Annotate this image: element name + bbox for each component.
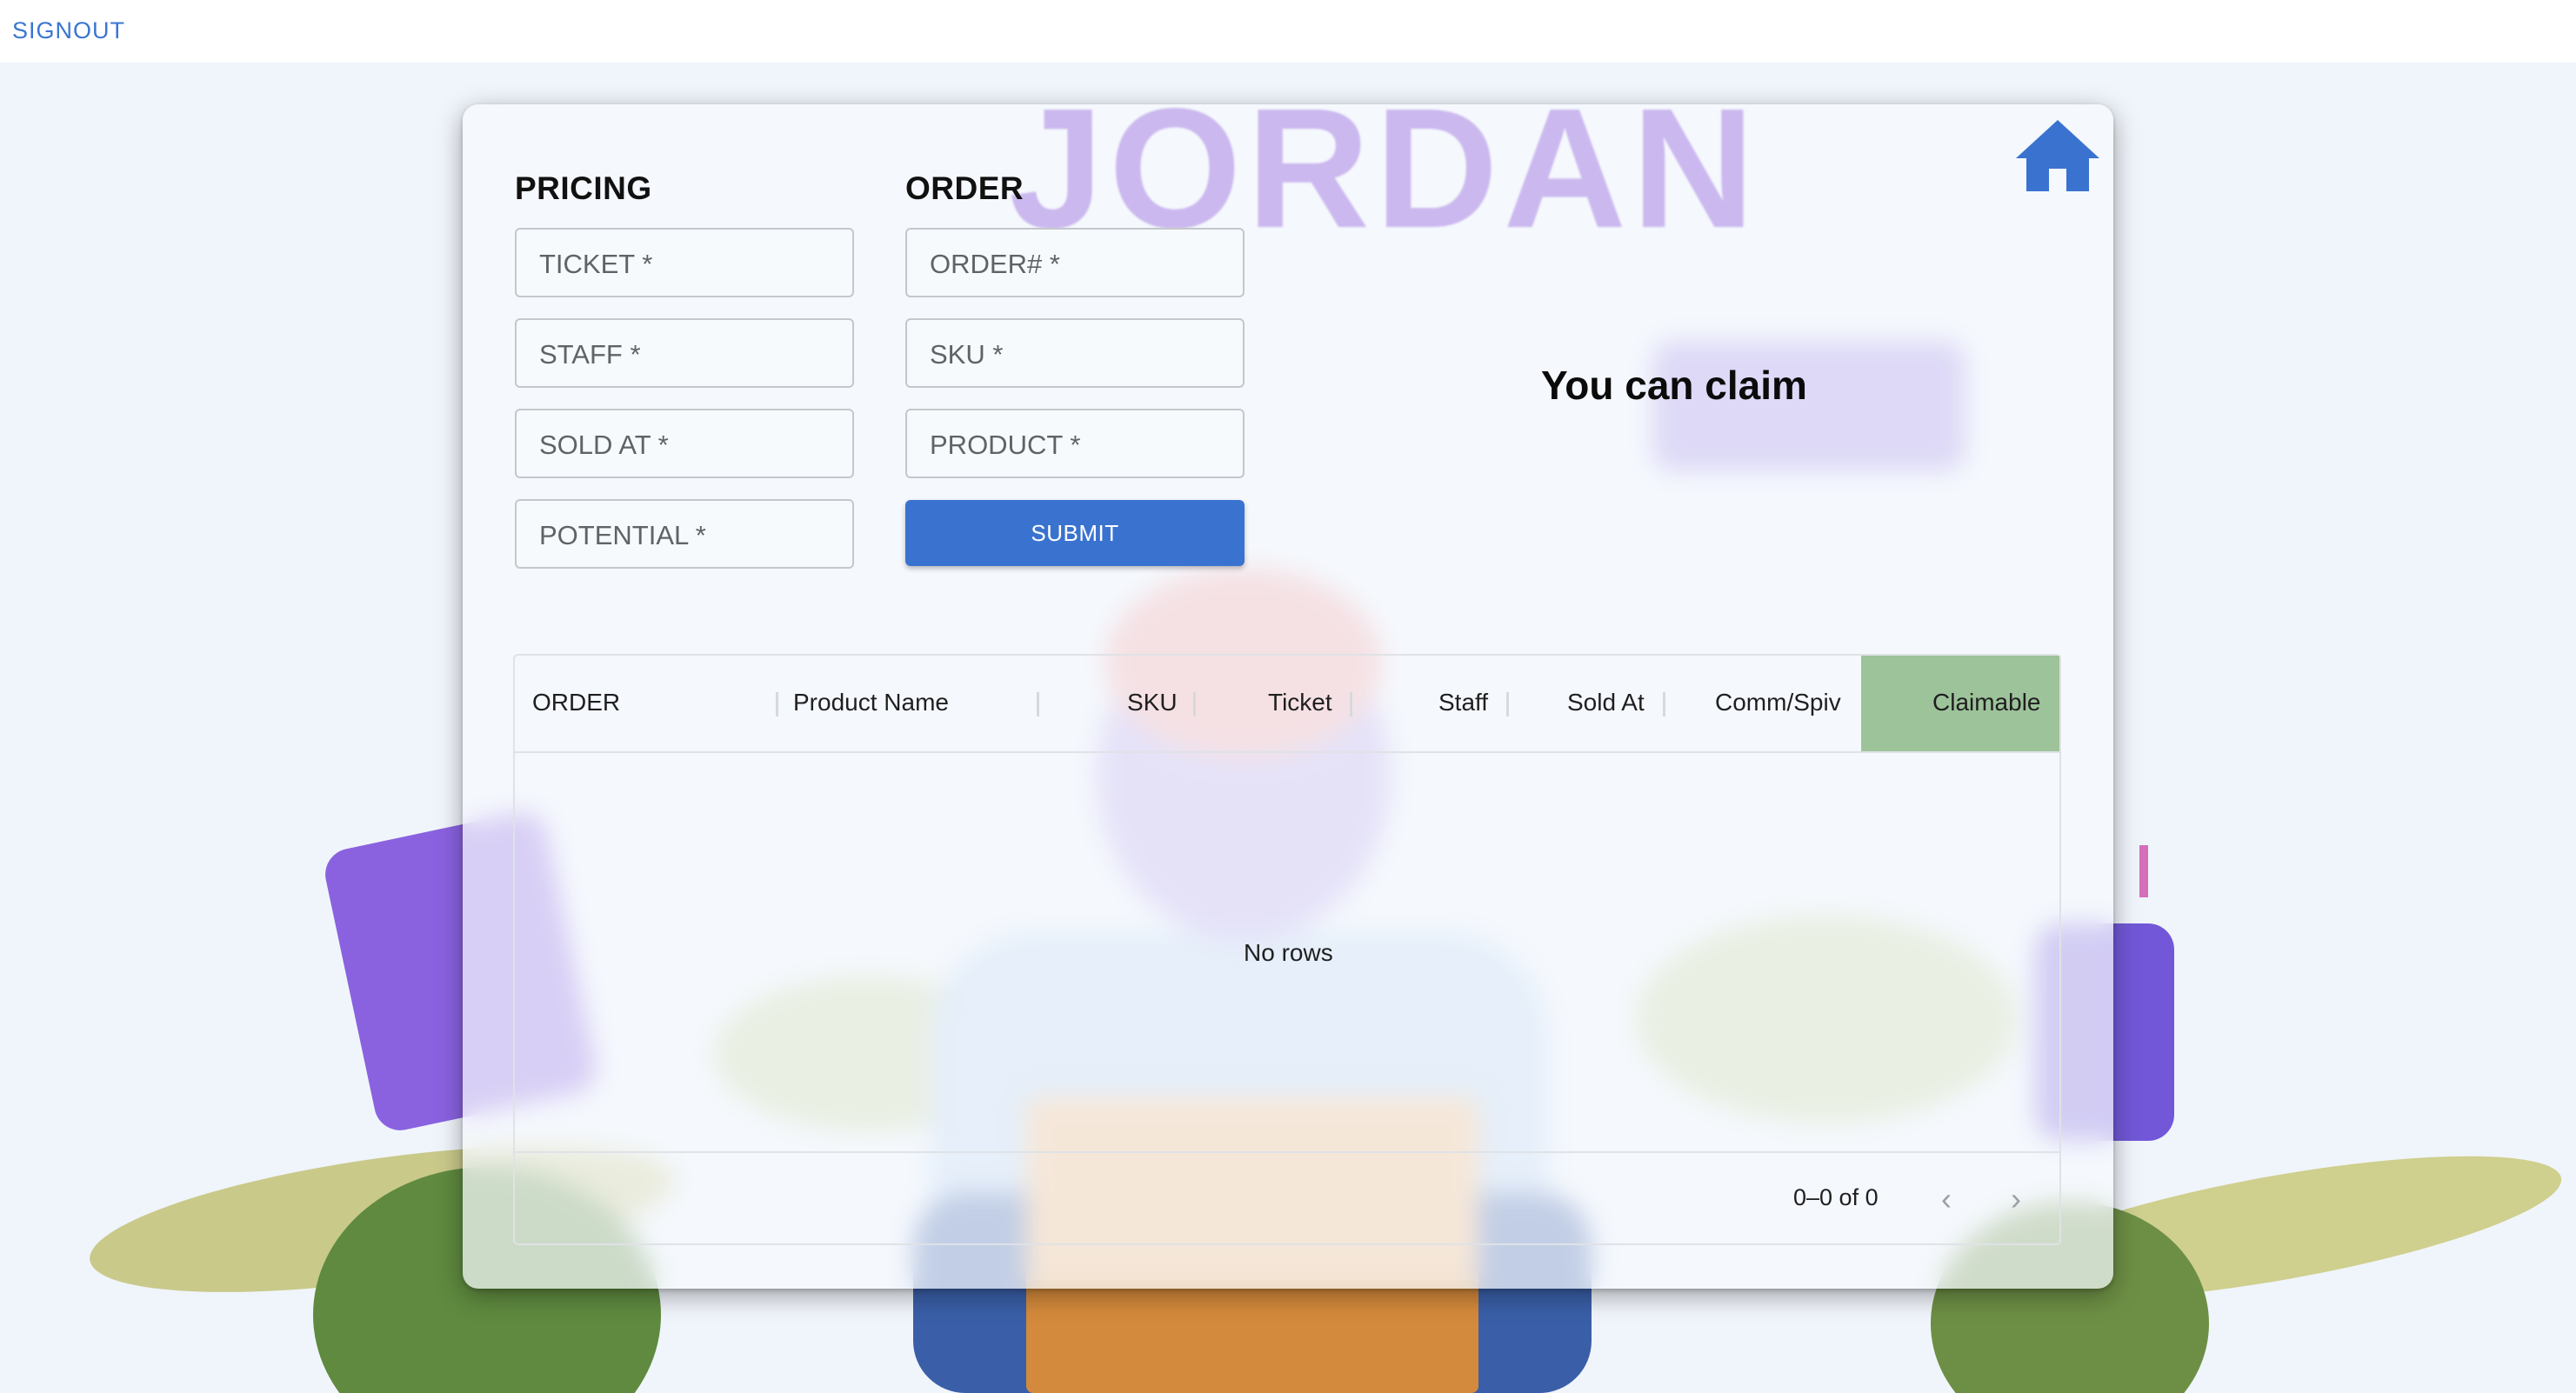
column-separator[interactable] bbox=[1350, 692, 1352, 716]
column-header-product-name[interactable]: Product Name bbox=[793, 689, 949, 716]
potential-field[interactable]: POTENTIAL * bbox=[515, 499, 854, 569]
column-header-comm-spiv[interactable]: Comm/Spiv bbox=[1715, 689, 1841, 716]
staff-field[interactable]: STAFF * bbox=[515, 318, 854, 388]
top-bar: SIGNOUT bbox=[0, 0, 2576, 63]
chevron-left-icon[interactable]: ‹ bbox=[1941, 1181, 1952, 1217]
column-separator[interactable] bbox=[1663, 692, 1665, 716]
pricing-title: PRICING bbox=[515, 170, 652, 206]
home-icon[interactable] bbox=[2014, 118, 2101, 195]
column-header-ticket[interactable]: Ticket bbox=[1268, 689, 1332, 716]
claim-message: You can claim bbox=[1541, 363, 1807, 408]
column-header-sku[interactable]: SKU bbox=[1127, 689, 1178, 716]
column-header-staff[interactable]: Staff bbox=[1438, 689, 1488, 716]
orders-table: ORDER Product Name SKU Ticket Staff Sold… bbox=[513, 654, 2061, 1245]
chevron-right-icon[interactable]: › bbox=[2011, 1181, 2021, 1217]
order-number-field[interactable]: ORDER# * bbox=[905, 228, 1245, 297]
product-field[interactable]: PRODUCT * bbox=[905, 409, 1245, 478]
pagination-info: 0–0 of 0 bbox=[1793, 1184, 1879, 1210]
sku-placeholder: SKU * bbox=[930, 339, 1004, 370]
column-header-sold-at[interactable]: Sold At bbox=[1567, 689, 1645, 716]
column-separator[interactable] bbox=[1193, 692, 1196, 716]
column-header-order[interactable]: ORDER bbox=[532, 689, 620, 716]
footer-divider bbox=[515, 1151, 2059, 1153]
staff-placeholder: STAFF * bbox=[539, 339, 641, 370]
column-separator[interactable] bbox=[776, 692, 778, 716]
product-placeholder: PRODUCT * bbox=[930, 430, 1081, 460]
order-title: ORDER bbox=[905, 170, 1024, 206]
sold-at-field[interactable]: SOLD AT * bbox=[515, 409, 854, 478]
order-number-placeholder: ORDER# * bbox=[930, 249, 1060, 279]
sku-field[interactable]: SKU * bbox=[905, 318, 1245, 388]
ticket-field[interactable]: TICKET * bbox=[515, 228, 854, 297]
ticket-placeholder: TICKET * bbox=[539, 249, 653, 279]
signout-link[interactable]: SIGNOUT bbox=[12, 17, 125, 44]
table-header: ORDER Product Name SKU Ticket Staff Sold… bbox=[515, 656, 2059, 753]
column-separator[interactable] bbox=[1506, 692, 1509, 716]
column-separator[interactable] bbox=[1037, 692, 1039, 716]
column-header-claimable[interactable]: Claimable bbox=[1932, 689, 2041, 716]
sold-at-placeholder: SOLD AT * bbox=[539, 430, 669, 460]
potential-placeholder: POTENTIAL * bbox=[539, 520, 706, 550]
empty-state: No rows bbox=[1244, 939, 1333, 966]
submit-button[interactable]: SUBMIT bbox=[905, 500, 1245, 566]
